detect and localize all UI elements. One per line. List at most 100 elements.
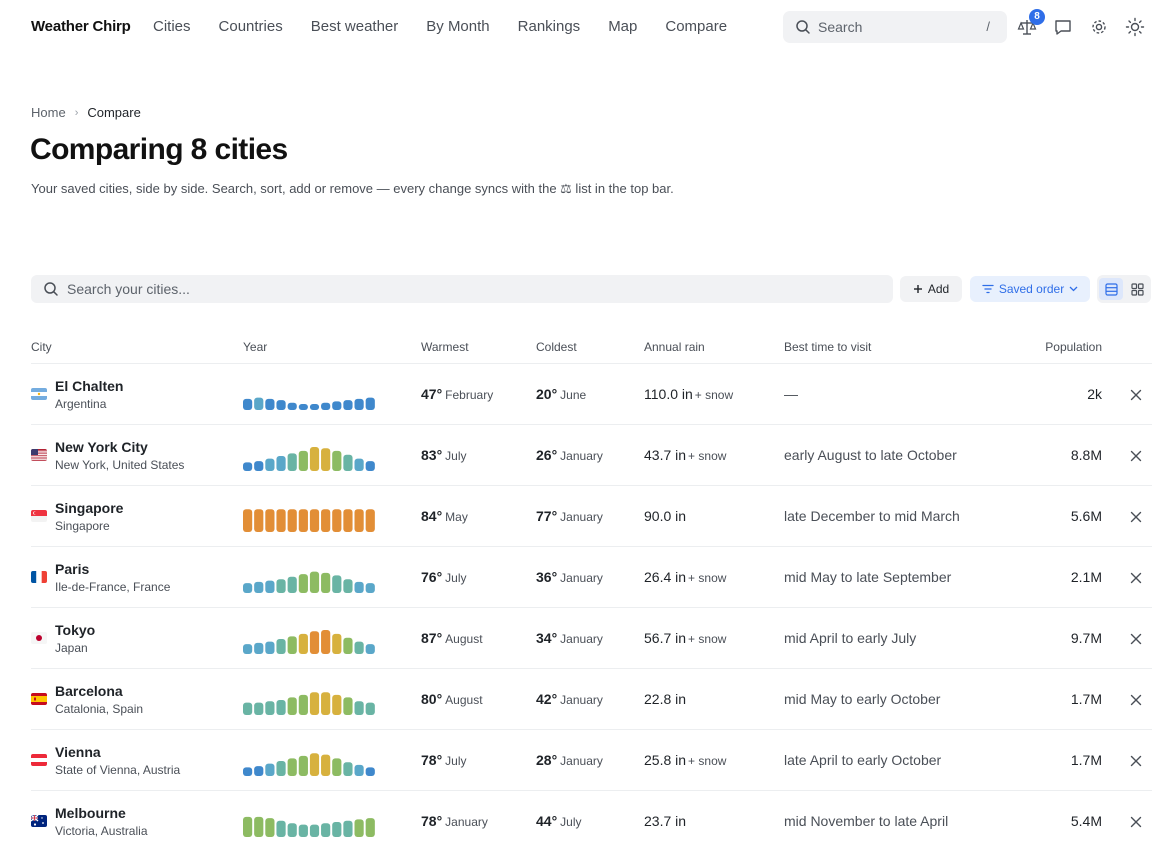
month-bar-9 [332, 575, 342, 593]
month-bar-8 [321, 509, 331, 532]
view-toggle [1097, 275, 1151, 303]
table-header: City Year Warmest Coldest Annual rain Be… [31, 340, 1152, 364]
breadcrumb: Home › Compare [31, 105, 141, 120]
month-bar-12 [365, 644, 375, 654]
remove-city-close-icon[interactable] [1129, 693, 1143, 707]
year-temperature-sparkline [243, 692, 375, 715]
month-bar-7 [309, 753, 320, 776]
col-city[interactable]: City [31, 340, 52, 354]
flag-icon-sg [31, 510, 47, 522]
month-bar-1 [243, 462, 253, 471]
col-population[interactable]: Population [1045, 340, 1102, 354]
nav-rankings[interactable]: Rankings [518, 18, 581, 35]
table-row-singapore[interactable]: Singapore Singapore 84° May 77° January 90.0 i… [31, 486, 1152, 547]
col-warmest[interactable]: Warmest [421, 340, 469, 354]
warmest-temp: 76° [421, 569, 443, 585]
remove-city-close-icon[interactable] [1129, 632, 1143, 646]
best-time-to-visit: mid April to early July [784, 630, 917, 646]
city-region: Japan [55, 641, 88, 655]
month-bar-4 [276, 579, 286, 593]
month-bar-7 [309, 692, 320, 715]
table-row-el-chalten[interactable]: El Chalten Argentina 47° February 20° June 110… [31, 364, 1152, 425]
month-bar-5 [287, 823, 297, 837]
month-bar-8 [321, 692, 331, 715]
rain-amount: 90.0 in [644, 508, 687, 524]
month-bar-9 [332, 450, 342, 471]
month-bar-9 [332, 401, 342, 410]
month-bar-10 [343, 509, 353, 532]
warmest-cell: 80° August [421, 691, 483, 707]
month-bar-10 [343, 637, 353, 654]
city-name[interactable]: Singapore [55, 500, 123, 516]
month-bar-12 [365, 461, 375, 471]
city-name[interactable]: Vienna [55, 744, 101, 760]
nav-cities[interactable]: Cities [153, 18, 191, 35]
city-name[interactable]: New York City [55, 439, 148, 455]
search-icon [44, 282, 58, 296]
month-bar-6 [298, 755, 308, 776]
month-bar-5 [287, 402, 297, 410]
table-row-vienna[interactable]: Vienna State of Vienna, Austria 78° July 28°… [31, 730, 1152, 791]
col-coldest[interactable]: Coldest [536, 340, 577, 354]
global-search[interactable]: Search / [783, 11, 1007, 43]
snow-note: + snow [688, 571, 727, 585]
remove-city-close-icon[interactable] [1129, 815, 1143, 829]
month-bar-3 [265, 701, 275, 715]
remove-city-close-icon[interactable] [1129, 388, 1143, 402]
nav-best-weather[interactable]: Best weather [311, 18, 399, 35]
month-bar-8 [321, 448, 331, 471]
table-row-tokyo[interactable]: Tokyo Japan 87° August 34° January 56.7 in + sn… [31, 608, 1152, 669]
month-bar-1 [243, 767, 253, 776]
remove-city-close-icon[interactable] [1129, 449, 1143, 463]
city-filter-input[interactable]: Search your cities... [31, 275, 893, 303]
settings-gear-icon[interactable] [1089, 17, 1109, 37]
col-rain[interactable]: Annual rain [644, 340, 705, 354]
month-bar-2 [254, 702, 264, 715]
month-bar-5 [287, 453, 297, 471]
month-bar-9 [332, 694, 342, 715]
nav-compare[interactable]: Compare [665, 18, 727, 35]
month-bar-5 [287, 636, 297, 654]
table-row-melbourne[interactable]: Melbourne Victoria, Australia 78° January 44… [31, 791, 1152, 852]
remove-city-close-icon[interactable] [1129, 754, 1143, 768]
month-bar-8 [321, 630, 331, 654]
nav-map[interactable]: Map [608, 18, 637, 35]
grid-view-button[interactable] [1125, 278, 1149, 300]
remove-city-close-icon[interactable] [1129, 571, 1143, 585]
table-row-new-york-city[interactable]: New York City New York, United States 83° J… [31, 425, 1152, 486]
city-name[interactable]: Barcelona [55, 683, 123, 699]
page-description: Your saved cities, side by side. Search,… [31, 181, 674, 196]
year-temperature-sparkline [243, 447, 375, 471]
warmest-month: January [445, 815, 488, 829]
table-row-barcelona[interactable]: Barcelona Catalonia, Spain 80° August 42° Jan… [31, 669, 1152, 730]
month-bar-2 [254, 397, 264, 410]
best-time-to-visit: — [784, 386, 798, 402]
chat-icon[interactable] [1053, 17, 1073, 37]
breadcrumb-current: Compare [87, 105, 141, 120]
snow-note: + snow [688, 632, 727, 646]
sort-dropdown[interactable]: Saved order [970, 276, 1090, 302]
city-region: Ile-de-France, France [55, 580, 171, 594]
nav-countries[interactable]: Countries [219, 18, 283, 35]
coldest-temp: 77° [536, 508, 558, 524]
theme-sun-icon[interactable] [1125, 17, 1145, 37]
month-bar-5 [287, 697, 297, 715]
city-name[interactable]: Tokyo [55, 622, 95, 638]
table-row-paris[interactable]: Paris Ile-de-France, France 76° July 36° Janu… [31, 547, 1152, 608]
add-city-button[interactable]: Add [900, 276, 962, 302]
month-bar-10 [343, 762, 353, 776]
month-bar-11 [354, 398, 364, 410]
nav-by-month[interactable]: By Month [426, 18, 489, 35]
city-name[interactable]: Melbourne [55, 805, 126, 821]
month-bar-4 [276, 761, 286, 776]
best-time-to-visit: mid May to early October [784, 691, 941, 707]
city-name[interactable]: El Chalten [55, 378, 123, 394]
remove-city-close-icon[interactable] [1129, 510, 1143, 524]
month-bar-11 [354, 581, 364, 593]
brand-logo[interactable]: Weather Chirp [31, 18, 131, 35]
month-bar-8 [321, 402, 331, 410]
breadcrumb-home[interactable]: Home [31, 105, 66, 120]
list-view-button[interactable] [1099, 278, 1123, 300]
warmest-temp: 87° [421, 630, 443, 646]
city-name[interactable]: Paris [55, 561, 89, 577]
